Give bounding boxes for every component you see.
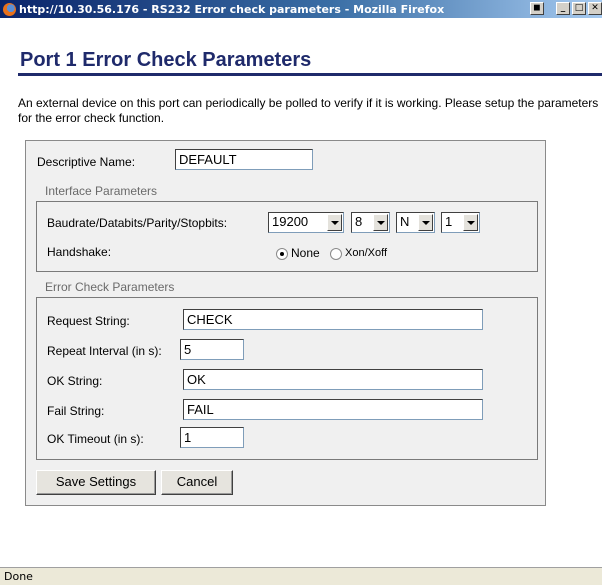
handshake-none-radio[interactable] <box>276 248 288 260</box>
window-controls: ◼ _ □ ✕ <box>530 2 602 15</box>
ok-timeout-label: OK Timeout (in s): <box>47 432 144 446</box>
cancel-button[interactable]: Cancel <box>161 470 233 495</box>
maximize-button[interactable]: □ <box>572 2 586 15</box>
interface-parameters-group: Baudrate/Databits/Parity/Stopbits: 19200… <box>36 201 538 272</box>
chevron-down-icon <box>418 214 433 231</box>
chevron-down-icon <box>327 214 342 231</box>
handshake-label: Handshake: <box>47 245 112 259</box>
ok-string-label: OK String: <box>47 374 103 388</box>
parity-select[interactable]: N <box>396 212 435 233</box>
settings-panel: Descriptive Name: DEFAULT Interface Para… <box>25 140 546 506</box>
minimize-button[interactable]: _ <box>556 2 570 15</box>
databits-value: 8 <box>355 214 363 229</box>
handshake-none-label[interactable]: None <box>291 246 320 260</box>
databits-select[interactable]: 8 <box>351 212 390 233</box>
chevron-down-icon <box>373 214 388 231</box>
ok-timeout-input[interactable]: 1 <box>180 427 244 448</box>
stopbits-select[interactable]: 1 <box>441 212 480 233</box>
handshake-xon-label[interactable]: Xon/Xoff <box>345 247 387 259</box>
baudrate-select[interactable]: 19200 <box>268 212 344 233</box>
save-settings-button[interactable]: Save Settings <box>36 470 156 495</box>
window-title: http://10.30.56.176 - RS232 Error check … <box>19 2 445 16</box>
request-string-input[interactable]: CHECK <box>183 309 483 330</box>
chevron-down-icon <box>463 214 478 231</box>
descriptive-name-label: Descriptive Name: <box>37 155 136 169</box>
restore-tab-icon[interactable]: ◼ <box>530 2 544 15</box>
error-check-group: Request String: CHECK Repeat Interval (i… <box>36 297 538 460</box>
status-text: Done <box>4 570 33 583</box>
status-bar: Done <box>0 567 602 585</box>
handshake-xon-radio[interactable] <box>330 248 342 260</box>
fail-string-input[interactable]: FAIL <box>183 399 483 420</box>
repeat-interval-label: Repeat Interval (in s): <box>47 344 162 358</box>
title-divider <box>18 73 602 76</box>
interface-parameters-legend: Interface Parameters <box>45 184 158 198</box>
window-title-bar: http://10.30.56.176 - RS232 Error check … <box>0 0 602 18</box>
baudrate-value: 19200 <box>272 214 309 229</box>
stopbits-value: 1 <box>445 214 453 229</box>
fail-string-label: Fail String: <box>47 404 105 418</box>
descriptive-name-input[interactable]: DEFAULT <box>175 149 313 170</box>
request-string-label: Request String: <box>47 314 130 328</box>
intro-text: An external device on this port can peri… <box>18 96 599 125</box>
page-title: Port 1 Error Check Parameters <box>20 49 312 71</box>
firefox-icon <box>3 2 16 16</box>
repeat-interval-input[interactable]: 5 <box>180 339 244 360</box>
error-check-legend: Error Check Parameters <box>45 280 175 294</box>
close-button[interactable]: ✕ <box>588 2 602 15</box>
ok-string-input[interactable]: OK <box>183 369 483 390</box>
parity-value: N <box>400 214 410 229</box>
serial-settings-label: Baudrate/Databits/Parity/Stopbits: <box>47 216 228 230</box>
